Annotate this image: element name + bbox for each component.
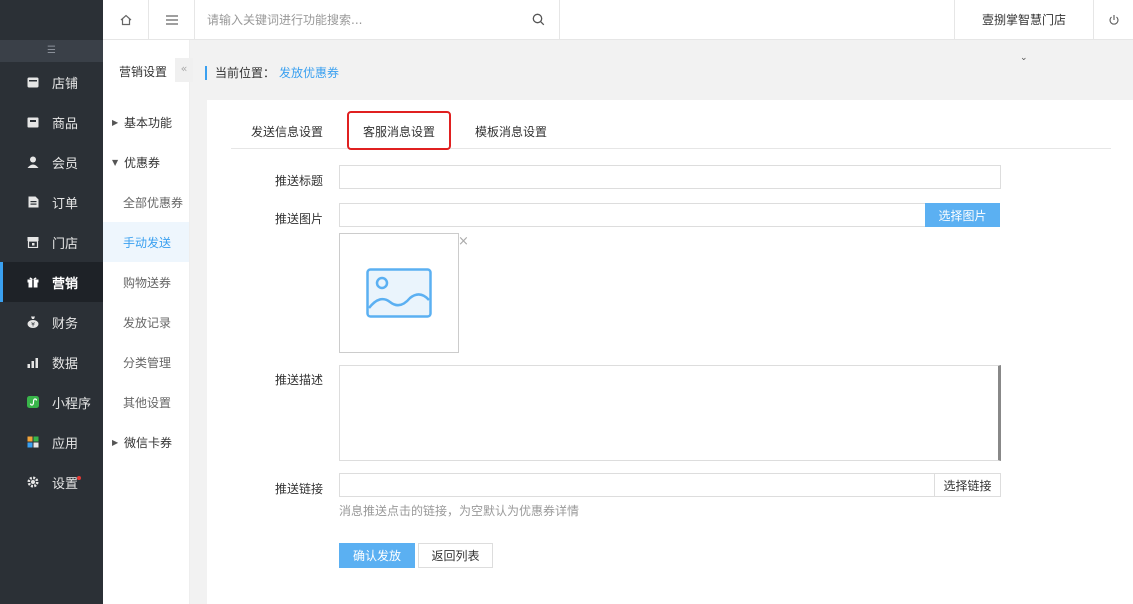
sidebar-item-label: 会员	[52, 156, 79, 172]
breadcrumb-bar	[205, 65, 207, 80]
image-placeholder-icon	[366, 268, 432, 318]
logo-area	[0, 0, 103, 40]
tab-template-message[interactable]: 模板消息设置	[455, 123, 567, 148]
miniprogram-icon	[26, 395, 40, 409]
main-panel: 发送信息设置 客服消息设置 模板消息设置 推送标题 推送图片 选择图片 × 推送…	[207, 100, 1133, 604]
search-icon[interactable]	[532, 13, 545, 26]
subnav-item[interactable]: 分类管理	[103, 342, 189, 382]
subnav-title-text: 营销设置	[119, 64, 168, 79]
sidebar-item[interactable]: 商品	[0, 102, 103, 142]
svg-text:¥: ¥	[31, 322, 35, 329]
header-spacer	[560, 0, 954, 39]
sidebar-item-label: 财务	[52, 316, 79, 332]
sidebar-item-label: 小程序	[52, 396, 92, 412]
money-bag-icon: ¥	[26, 315, 40, 329]
subnav-item[interactable]: 购物送券	[103, 262, 189, 302]
tab-customer-service[interactable]: 客服消息设置	[347, 111, 452, 150]
order-icon	[26, 195, 40, 209]
sidebar-item[interactable]: 门店	[0, 222, 103, 262]
search-box	[195, 0, 560, 39]
hamburger-icon	[165, 14, 178, 25]
sidebar-item-label: 应用	[52, 436, 79, 452]
logout-button[interactable]	[1093, 0, 1133, 39]
push-title-input[interactable]	[339, 165, 1001, 189]
image-preview[interactable]	[339, 233, 459, 353]
menu-collapse-icon[interactable]: ☰	[0, 40, 103, 62]
subnav-group-coupon[interactable]: ▼ 优惠券	[103, 142, 189, 182]
breadcrumb-current[interactable]: 发放优惠券	[279, 64, 339, 81]
link-hint: 消息推送点击的链接，为空默认为优惠券详情	[339, 504, 580, 518]
breadcrumb: 当前位置： 发放优惠券	[205, 64, 339, 81]
sidebar-item[interactable]: 应用	[0, 422, 103, 462]
store-icon	[26, 75, 40, 89]
gear-icon	[26, 475, 40, 489]
main-sidebar: ☰ 店铺商品会员订单门店营销 ¥ 财务数据小程序应用设置	[0, 0, 103, 604]
chevron-down-icon[interactable]: ⌄	[1020, 53, 1028, 63]
sidebar-item[interactable]: 订单	[0, 182, 103, 222]
push-image-label: 推送图片	[274, 212, 323, 226]
goods-icon	[26, 115, 40, 129]
gift-icon	[26, 275, 40, 289]
subnav-group-label: 优惠券	[124, 155, 161, 170]
store-name[interactable]: 壹捌掌智慧门店	[954, 0, 1093, 39]
push-desc-textarea[interactable]	[339, 365, 1001, 461]
caret-down-icon: ▼	[112, 157, 119, 167]
sidebar-item-label: 商品	[52, 116, 79, 132]
subnav-item[interactable]: 其他设置	[103, 382, 189, 422]
sidebar-item[interactable]: 会员	[0, 142, 103, 182]
notification-dot	[77, 476, 81, 480]
push-image-input[interactable]	[339, 203, 927, 227]
select-link-button[interactable]: 选择链接	[934, 473, 1001, 497]
sidebar-item-label: 订单	[52, 196, 79, 212]
menu-toggle-button[interactable]	[149, 0, 195, 39]
sidebar-item[interactable]: ¥ 财务	[0, 302, 103, 342]
push-link-input[interactable]	[339, 473, 935, 497]
top-header: 壹捌掌智慧门店	[103, 0, 1133, 40]
apps-icon	[26, 435, 40, 449]
member-icon	[26, 155, 40, 169]
push-title-label: 推送标题	[274, 174, 323, 188]
search-input[interactable]	[207, 12, 507, 27]
subnav-item[interactable]: 发放记录	[103, 302, 189, 342]
sidebar-item-label: 设置	[52, 476, 79, 492]
tab-send-info[interactable]: 发送信息设置	[231, 123, 343, 148]
sidebar-item[interactable]: 营销	[0, 262, 103, 302]
subnav-item[interactable]: 全部优惠券	[103, 182, 189, 222]
sidebar-item-label: 店铺	[52, 76, 79, 92]
power-icon	[1108, 14, 1119, 25]
push-desc-label: 推送描述	[274, 373, 323, 387]
subnav-collapse-icon[interactable]: «	[175, 58, 193, 82]
sidebar-item[interactable]: 小程序	[0, 382, 103, 422]
breadcrumb-label: 当前位置：	[215, 66, 276, 80]
push-link-label: 推送链接	[274, 482, 323, 496]
sidebar-item[interactable]: 设置	[0, 462, 103, 502]
select-image-button[interactable]: 选择图片	[925, 203, 1000, 227]
close-icon[interactable]: ×	[458, 234, 469, 249]
caret-right-icon: ▶	[112, 437, 119, 447]
shop-icon	[26, 235, 40, 249]
subnav-group-label: 微信卡券	[124, 435, 173, 450]
sidebar-item[interactable]: 数据	[0, 342, 103, 382]
bar-chart-icon	[26, 355, 40, 369]
tab-bar: 发送信息设置 客服消息设置 模板消息设置	[231, 111, 1111, 150]
home-button[interactable]	[103, 0, 149, 39]
sidebar-item[interactable]: 店铺	[0, 62, 103, 102]
subnav-group-label: 基本功能	[124, 115, 173, 130]
sidebar-item-label: 门店	[52, 236, 79, 252]
sidebar-item-label: 数据	[52, 356, 79, 372]
sub-sidebar: 营销设置 « ▶ 基本功能 ▼ 优惠券 全部优惠券 手动发送 购物送券 发放记录 分类管…	[103, 40, 193, 604]
caret-right-icon: ▶	[112, 117, 119, 127]
subnav-item[interactable]: 手动发送	[103, 222, 189, 262]
confirm-send-button[interactable]: 确认发放	[339, 543, 415, 568]
subnav-group-wechat-card[interactable]: ▶ 微信卡券	[103, 422, 189, 462]
sidebar-item-label: 营销	[52, 276, 79, 292]
subnav-group-basic[interactable]: ▶ 基本功能	[103, 102, 189, 142]
home-icon	[120, 14, 131, 25]
back-to-list-button[interactable]: 返回列表	[418, 543, 493, 568]
